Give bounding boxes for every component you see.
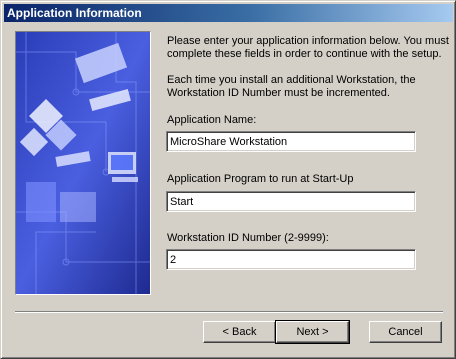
- workstation-id-label: Workstation ID Number (2-9999):: [167, 232, 329, 244]
- back-button-label: < Back: [222, 326, 257, 338]
- intro-line-4: Workstation ID Number must be incremente…: [167, 87, 390, 99]
- startup-program-field[interactable]: [166, 191, 416, 212]
- workstation-id-input[interactable]: [170, 252, 410, 267]
- separator: [15, 311, 443, 313]
- title-bar[interactable]: Application Information: [4, 4, 453, 22]
- app-name-field[interactable]: [166, 131, 416, 152]
- intro-line-2: complete these fields in order to contin…: [167, 48, 442, 60]
- workstation-id-field[interactable]: [166, 249, 416, 270]
- setup-artwork: [15, 31, 151, 295]
- window-title: Application Information: [7, 6, 142, 20]
- intro-line-3: Each time you install an additional Work…: [167, 74, 416, 86]
- app-name-label: Application Name:: [167, 114, 257, 126]
- setup-dialog: Application Information Please enter you…: [0, 0, 456, 359]
- startup-program-input[interactable]: [170, 194, 410, 209]
- back-button[interactable]: < Back: [203, 321, 276, 343]
- intro-line-1: Please enter your application informatio…: [167, 35, 449, 47]
- startup-program-label: Application Program to run at Start-Up: [167, 173, 354, 185]
- cancel-button-label: Cancel: [388, 326, 423, 338]
- app-name-input[interactable]: [170, 134, 410, 149]
- next-button[interactable]: Next >: [275, 320, 350, 344]
- cancel-button[interactable]: Cancel: [369, 321, 442, 343]
- next-button-label: Next >: [296, 326, 329, 338]
